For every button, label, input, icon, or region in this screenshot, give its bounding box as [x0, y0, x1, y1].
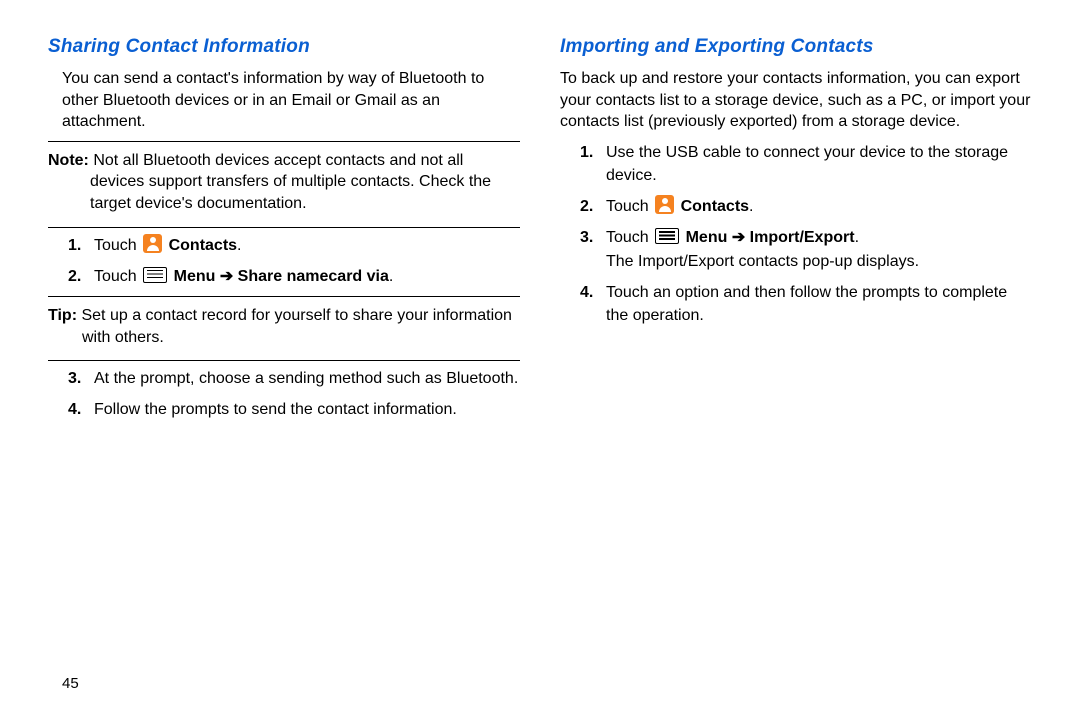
step-text: Follow the prompts to send the contact i… — [94, 401, 457, 418]
period: . — [389, 268, 393, 285]
tip-label: Tip: — [48, 307, 81, 324]
step-bold: Share namecard via — [233, 268, 389, 285]
period: . — [855, 229, 859, 246]
step-item: Touch Contacts. — [72, 234, 520, 257]
step-bold: Menu — [686, 229, 732, 246]
arrow: ➔ — [732, 229, 745, 246]
divider — [48, 360, 520, 361]
intro-paragraph: You can send a contact's information by … — [48, 68, 520, 133]
menu-icon — [143, 267, 167, 283]
steps-list-a: Touch Contacts. Touch Menu ➔ Share namec… — [48, 234, 520, 288]
note-text: Not all Bluetooth devices accept contact… — [90, 152, 491, 212]
step-text: Use the USB cable to connect your device… — [606, 144, 1008, 184]
manual-page: Sharing Contact Information You can send… — [0, 0, 1080, 460]
tip-block: Tip: Set up a contact record for yoursel… — [48, 303, 520, 354]
step-item: At the prompt, choose a sending method s… — [72, 367, 520, 390]
menu-icon — [655, 228, 679, 244]
step-item: Use the USB cable to connect your device… — [584, 141, 1032, 187]
right-column: Importing and Exporting Contacts To back… — [560, 36, 1032, 430]
page-number: 45 — [62, 675, 79, 692]
contacts-icon — [655, 195, 674, 214]
left-column: Sharing Contact Information You can send… — [48, 36, 520, 430]
step-bold: Contacts — [169, 237, 237, 254]
step-text: At the prompt, choose a sending method s… — [94, 370, 518, 387]
step-item: Touch Menu ➔ Share namecard via. — [72, 265, 520, 288]
tip-text: Set up a contact record for yourself to … — [81, 307, 511, 346]
step-item: Follow the prompts to send the contact i… — [72, 398, 520, 421]
period: . — [749, 198, 753, 215]
divider — [48, 296, 520, 297]
arrow: ➔ — [220, 268, 233, 285]
step-subtext: The Import/Export contacts pop-up displa… — [606, 250, 1032, 273]
step-bold: Import/Export — [745, 229, 854, 246]
step-text: Touch — [606, 229, 653, 246]
step-text: Touch — [94, 268, 137, 285]
step-item: Touch Menu ➔ Import/Export. The Import/E… — [584, 226, 1032, 272]
step-item: Touch an option and then follow the prom… — [584, 281, 1032, 327]
step-text: Touch — [94, 237, 141, 254]
divider — [48, 227, 520, 228]
note-block: Note: Not all Bluetooth devices accept c… — [48, 148, 520, 221]
note-label: Note: — [48, 152, 93, 169]
section-title-sharing: Sharing Contact Information — [48, 36, 520, 58]
step-bold: Contacts — [681, 198, 749, 215]
steps-list-b: At the prompt, choose a sending method s… — [48, 367, 520, 421]
period: . — [237, 237, 241, 254]
steps-list: Use the USB cable to connect your device… — [560, 141, 1032, 327]
section-title-import-export: Importing and Exporting Contacts — [560, 36, 1032, 58]
contacts-icon — [143, 234, 162, 253]
step-text: Touch — [606, 198, 653, 215]
step-bold: Menu — [174, 268, 220, 285]
step-item: Touch Contacts. — [584, 195, 1032, 218]
step-text: Touch an option and then follow the prom… — [606, 284, 1007, 324]
intro-paragraph: To back up and restore your contacts inf… — [560, 68, 1032, 133]
divider — [48, 141, 520, 142]
